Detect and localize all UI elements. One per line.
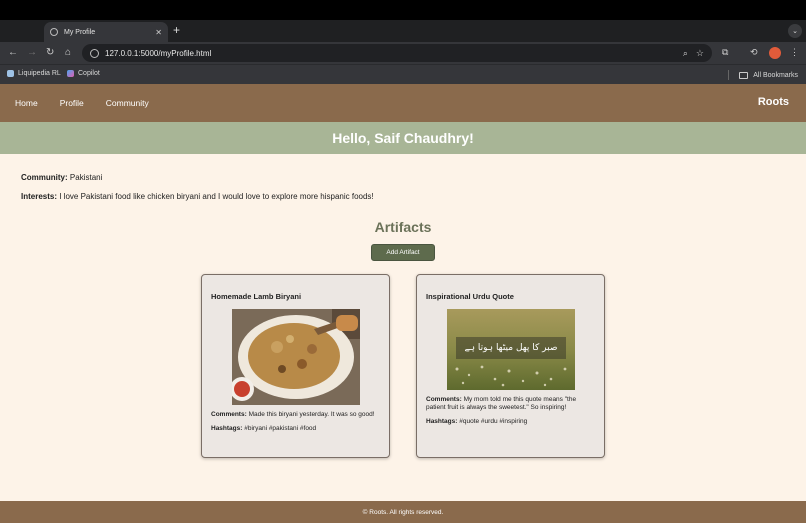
all-bookmarks[interactable]: All Bookmarks: [728, 70, 798, 80]
quote-overlay-text: صبر کا پھل میٹھا ہوتا ہے: [464, 343, 558, 353]
sync-icon[interactable]: ⟲: [750, 47, 758, 58]
bookmark-liquipedia[interactable]: Liquipedia RL: [7, 70, 61, 77]
tab-search-icon[interactable]: ⌄: [788, 24, 802, 38]
hashtags-label: Hashtags:: [426, 418, 458, 425]
os-menu-bar: [0, 0, 806, 20]
divider: [728, 70, 730, 80]
nav-home-link[interactable]: Home: [15, 98, 38, 108]
star-icon[interactable]: ☆: [696, 48, 704, 59]
menu-icon[interactable]: ⋮: [790, 47, 799, 58]
url-text: 127.0.0.1:5000/myProfile.html: [105, 48, 212, 58]
address-bar[interactable]: 127.0.0.1:5000/myProfile.html ⌕ ☆: [82, 44, 712, 62]
site-brand[interactable]: Roots: [758, 96, 789, 108]
nav-profile-link[interactable]: Profile: [60, 98, 84, 108]
artifact-title: Homemade Lamb Biryani: [211, 292, 302, 301]
bookmark-copilot[interactable]: Copilot: [67, 70, 100, 77]
hashtags-text: #quote #urdu #inspiring: [459, 418, 528, 425]
comments-line: Comments: My mom told me this quote mean…: [426, 396, 595, 412]
hashtags-line: Hashtags: #biryani #pakistani #food: [211, 425, 380, 433]
community-label: Community:: [21, 173, 68, 182]
greeting-text: Hello, Saif Chaudhry!: [332, 130, 474, 146]
add-artifact-button[interactable]: Add Artifact: [371, 244, 435, 261]
browser-tab-bar: My Profile ✕ + ⌄: [0, 20, 806, 42]
home-icon[interactable]: ⌂: [65, 46, 71, 60]
site-nav: Home Profile Community Roots: [0, 84, 806, 122]
site-info-icon[interactable]: [90, 48, 99, 58]
tab-title: My Profile: [64, 28, 96, 36]
hashtags-text: #biryani #pakistani #food: [244, 425, 317, 432]
copilot-icon: [67, 70, 74, 77]
close-tab-icon[interactable]: ✕: [155, 28, 162, 37]
interests-value: I love Pakistani food like chicken birya…: [59, 192, 374, 201]
footer-text: © Roots. All rights reserved.: [362, 508, 444, 516]
all-bookmarks-label: All Bookmarks: [753, 71, 798, 79]
interests-label: Interests:: [21, 192, 58, 201]
extensions-icon[interactable]: ⧉: [722, 47, 728, 58]
community-value: Pakistani: [69, 173, 103, 182]
new-tab-icon[interactable]: +: [173, 23, 180, 37]
liquipedia-icon: [7, 70, 14, 77]
artifact-card-urdu-quote[interactable]: Inspirational Urdu Quote صبر کا پھل میٹھ…: [416, 274, 605, 458]
back-icon[interactable]: ←: [8, 46, 18, 60]
browser-tab[interactable]: My Profile ✕: [44, 22, 168, 42]
artifact-title: Inspirational Urdu Quote: [426, 292, 514, 301]
biryani-photo: [231, 309, 360, 405]
browser-toolbar: ← → ↻ ⌂ 127.0.0.1:5000/myProfile.html ⌕ …: [0, 42, 806, 64]
bookmarks-bar: Liquipedia RL Copilot All Bookmarks: [0, 64, 806, 84]
zoom-icon[interactable]: ⌕: [683, 48, 688, 59]
artifact-card-biryani[interactable]: Homemade Lamb Biryani Comments: Made thi…: [201, 274, 390, 458]
hashtags-line: Hashtags: #quote #urdu #inspiring: [426, 418, 595, 426]
greeting-banner: Hello, Saif Chaudhry!: [0, 122, 806, 154]
profile-avatar-icon[interactable]: [769, 47, 781, 59]
comments-label: Comments:: [211, 411, 247, 418]
globe-icon: [50, 28, 58, 36]
bookmark-label: Liquipedia RL: [18, 70, 61, 77]
nav-community-link[interactable]: Community: [106, 98, 149, 108]
comments-line: Comments: Made this biryani yesterday. I…: [211, 411, 380, 419]
comments-text: Made this biryani yesterday. It was so g…: [248, 411, 375, 418]
comments-label: Comments:: [426, 396, 462, 403]
community-line: Community: Pakistani: [21, 173, 785, 182]
folder-icon: [739, 71, 749, 79]
forward-icon[interactable]: →: [27, 46, 37, 60]
hashtags-label: Hashtags:: [211, 425, 243, 432]
bookmark-label: Copilot: [78, 70, 100, 77]
reload-icon[interactable]: ↻: [46, 46, 54, 60]
site-footer: © Roots. All rights reserved.: [0, 501, 806, 523]
profile-details: Community: Pakistani Interests: I love P…: [0, 173, 806, 201]
interests-line: Interests: I love Pakistani food like ch…: [21, 192, 785, 201]
artifacts-title: Artifacts: [374, 219, 432, 235]
